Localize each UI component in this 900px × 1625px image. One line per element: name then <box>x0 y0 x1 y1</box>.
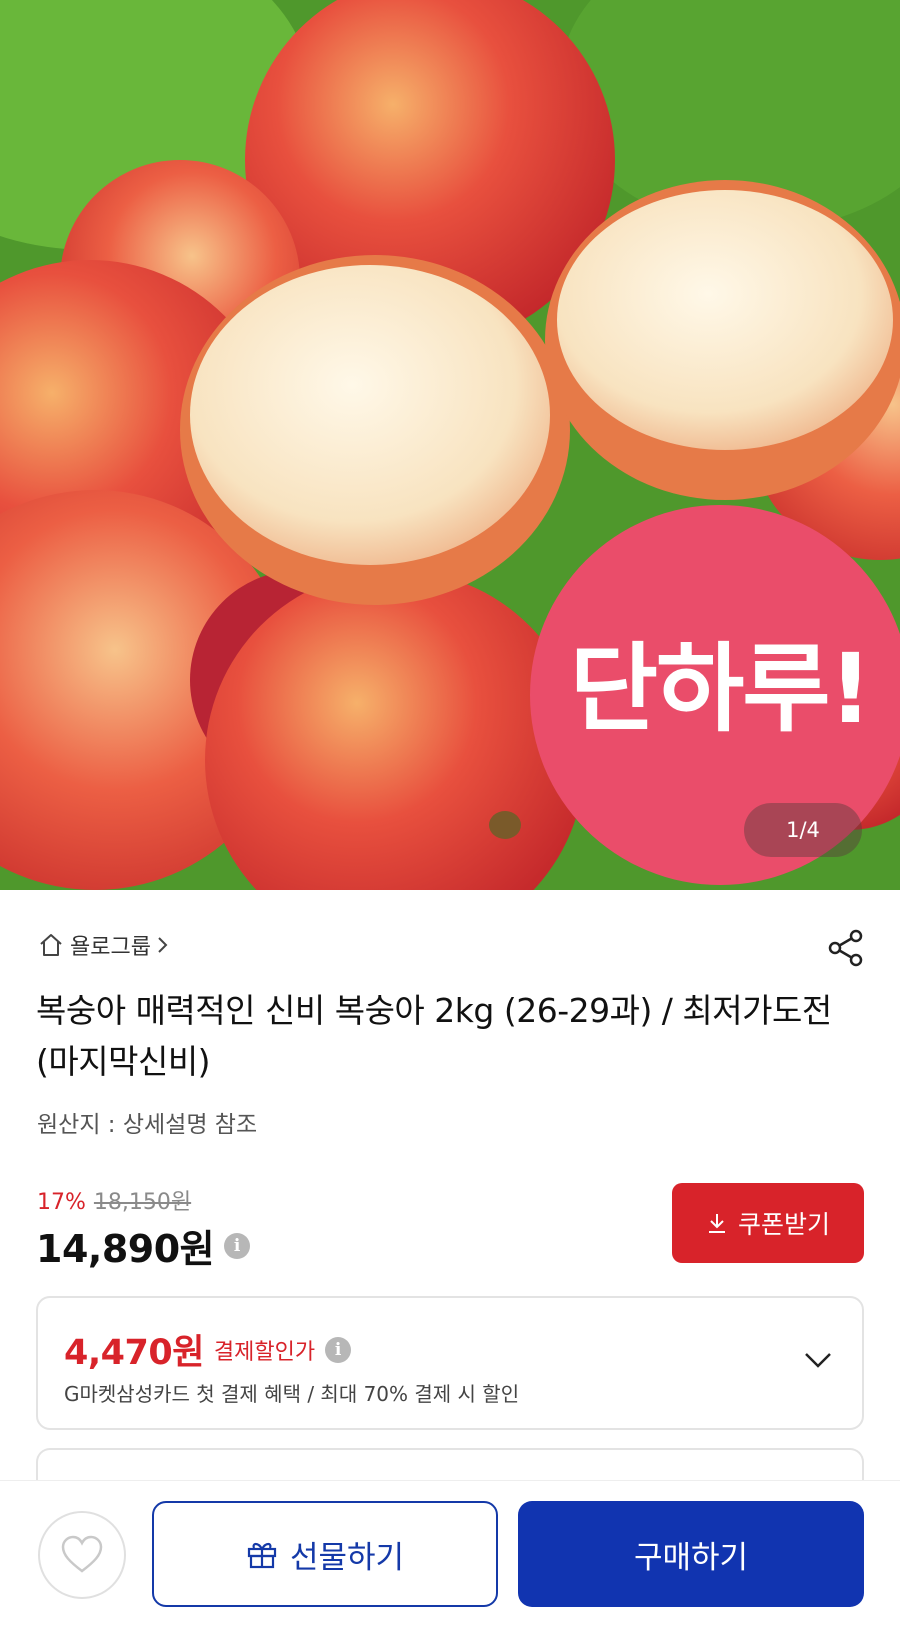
buy-button-label: 구매하기 <box>633 1539 749 1575</box>
payment-info-icon[interactable]: i <box>325 1336 352 1363</box>
discount-rate: 17% <box>37 1190 86 1215</box>
promo-badge-text: 단하루! <box>569 632 873 745</box>
buy-button[interactable]: 구매하기 <box>518 1501 864 1607</box>
coupon-button[interactable]: 쿠폰받기 <box>672 1183 864 1263</box>
chevron-right-icon <box>158 937 168 953</box>
payment-discount-price: 4,470원 <box>64 1333 204 1373</box>
payment-discount-card[interactable]: 4,470원 결제할인가 i G마켓삼성카드 첫 결제 혜택 / 최대 70% … <box>36 1296 864 1430</box>
download-icon <box>708 1214 725 1233</box>
heart-icon <box>61 1535 103 1573</box>
origin-info: 원산지 : 상세설명 참조 <box>37 1112 258 1138</box>
sale-price: 14,890원 <box>36 1227 215 1271</box>
home-icon <box>40 934 62 956</box>
product-title: 복숭아 매력적인 신비 복숭아 2kg (26-29과) / 최저가도전 (마지… <box>36 991 832 1081</box>
share-icon[interactable] <box>826 928 866 968</box>
product-image-carousel[interactable]: 단하루! 1/4 <box>0 0 900 890</box>
payment-discount-label: 결제할인가 <box>213 1339 316 1365</box>
seller-link[interactable]: 욜로그룹 <box>38 930 169 960</box>
seller-name: 욜로그룹 <box>70 935 151 960</box>
price-row: 14,890원 i <box>36 1218 251 1273</box>
price-info-icon[interactable]: i <box>224 1232 251 1259</box>
bottom-action-bar: 선물하기 구매하기 <box>0 1480 900 1625</box>
image-counter: 1/4 <box>744 803 862 857</box>
discount-row: 17% 18,150원 <box>37 1184 191 1216</box>
gift-button-label: 선물하기 <box>289 1539 405 1575</box>
gift-icon <box>247 1542 277 1569</box>
coupon-button-label: 쿠폰받기 <box>737 1211 830 1239</box>
gift-button[interactable]: 선물하기 <box>152 1501 498 1607</box>
wishlist-button[interactable] <box>38 1511 126 1599</box>
chevron-down-icon[interactable] <box>800 1342 836 1378</box>
original-price: 18,150원 <box>93 1190 192 1215</box>
payment-discount-description: G마켓삼성카드 첫 결제 혜택 / 최대 70% 결제 시 할인 <box>64 1382 520 1406</box>
